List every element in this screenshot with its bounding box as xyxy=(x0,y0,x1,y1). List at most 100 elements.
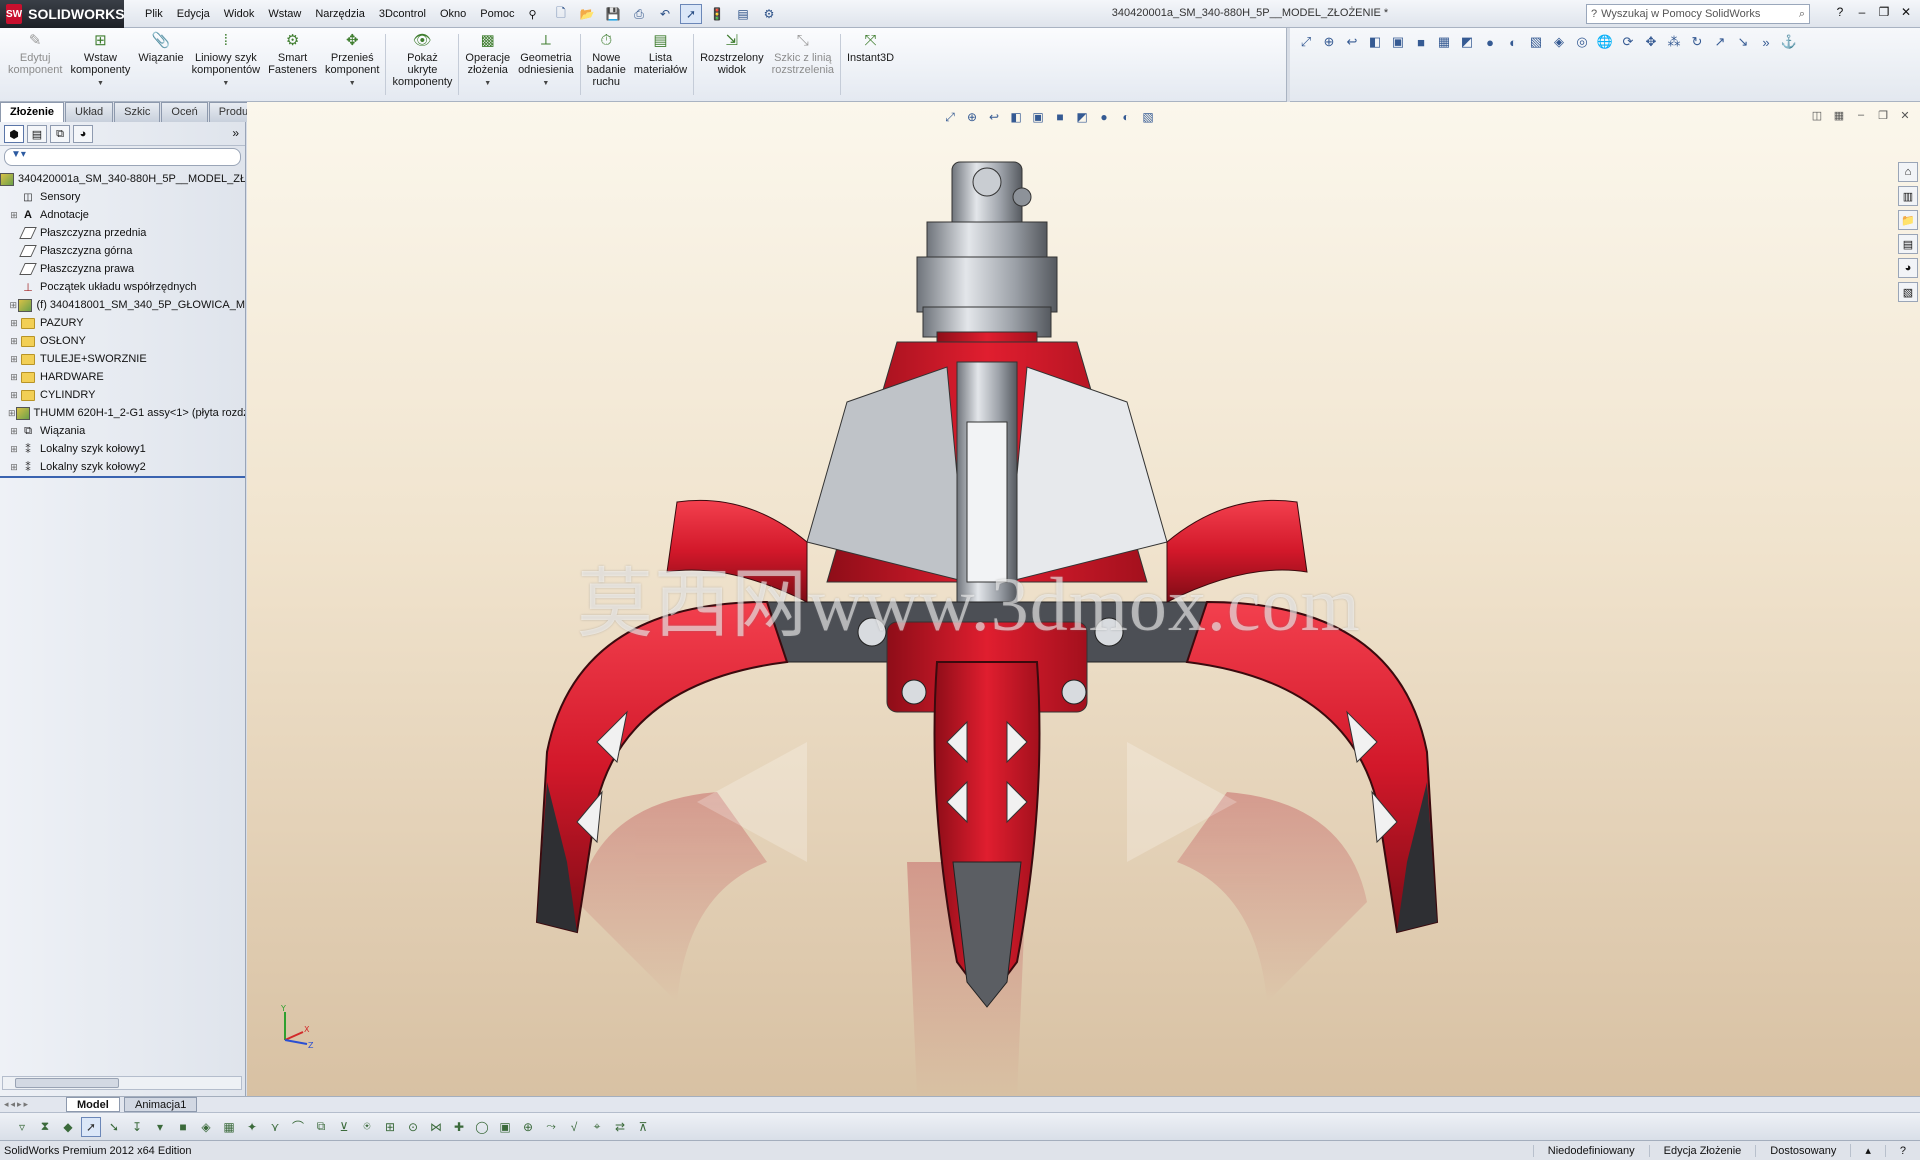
tree-expander-icon[interactable]: ⊞ xyxy=(8,426,20,437)
filter-weld-icon[interactable]: ⊻ xyxy=(334,1117,354,1137)
dropdown-arrow-icon[interactable]: ▼ xyxy=(97,78,104,90)
property-manager-icon[interactable]: ▤ xyxy=(27,125,47,143)
dropdown-arrow-icon[interactable]: ▼ xyxy=(222,78,229,90)
tree-item[interactable]: ⊞ OSŁONY xyxy=(0,332,245,350)
edit-appearance-icon[interactable]: ● xyxy=(1480,32,1500,52)
tree-item[interactable]: ⊞ THUMM 620H-1_2-G1 assy<1> (płyta rozdz xyxy=(0,404,245,422)
hud-previous-view-icon[interactable]: ↩ xyxy=(985,108,1003,126)
appearances-scenes-icon[interactable]: ◕ xyxy=(1898,258,1918,278)
filter-notes-icon[interactable]: ⧉ xyxy=(311,1117,331,1137)
tree-expander-icon[interactable]: ⊞ xyxy=(8,462,20,473)
filter-tolerance-icon[interactable]: ⊞ xyxy=(380,1117,400,1137)
tree-expander-icon[interactable]: ⊞ xyxy=(8,408,16,419)
explode-line-sketch-button[interactable]: ⤡ Szkic z linią rozstrzelenia xyxy=(768,28,838,102)
menu-help[interactable]: Pomoc xyxy=(473,8,521,20)
hide-show-items-icon[interactable]: ◩ xyxy=(1457,32,1477,52)
solidworks-resources-icon[interactable]: ⌂ xyxy=(1898,162,1918,182)
hud-zoom-fit-icon[interactable]: ⤢ xyxy=(941,108,959,126)
filter-vertices-icon[interactable]: ▿ xyxy=(12,1117,32,1137)
filter-edges-icon[interactable]: ⧗ xyxy=(35,1117,55,1137)
show-hidden-button[interactable]: 👁 Pokaż ukryte komponenty xyxy=(388,28,456,102)
filter-sketch-icon[interactable]: ⋎ xyxy=(265,1117,285,1137)
save-icon[interactable]: 💾 xyxy=(602,4,624,24)
help-menu-icon[interactable]: ? xyxy=(1832,4,1848,20)
scrollbar-thumb[interactable] xyxy=(15,1078,119,1088)
custom-properties-icon[interactable]: ▧ xyxy=(1898,282,1918,302)
zoom-to-area-icon[interactable]: ⊕ xyxy=(1319,32,1339,52)
filter-hole-icon[interactable]: ⊙ xyxy=(403,1117,423,1137)
hud-view-settings-icon[interactable]: ▧ xyxy=(1139,108,1157,126)
status-help-icon[interactable]: ? xyxy=(1884,1144,1920,1157)
viewport-close-icon[interactable]: ✕ xyxy=(1898,108,1912,122)
hud-hide-show-icon[interactable]: ◩ xyxy=(1073,108,1091,126)
apply-scene-icon[interactable]: ◐ xyxy=(1503,32,1523,52)
graphics-area[interactable]: 莫西网www.3dmox.com ⤢ ⊕ ↩ ◧ ▣ ■ ◩ ● ◐ ▧ ◫ ▦… xyxy=(247,102,1920,1096)
filter-faces-icon[interactable]: ◆ xyxy=(58,1117,78,1137)
filter-balloon-icon[interactable]: ◯ xyxy=(472,1117,492,1137)
tab-scroll-arrows-icon[interactable]: ◂◂▸▸ xyxy=(4,1099,30,1110)
help-search-input[interactable]: ? Wyszukaj w Pomocy SolidWorks ⌕ xyxy=(1586,4,1810,24)
edit-component-button[interactable]: ✎ Edytuj komponent xyxy=(4,28,66,102)
tree-expander-icon[interactable]: ⊞ xyxy=(8,444,20,455)
view-tile-icon[interactable]: ▦ xyxy=(1832,108,1846,122)
dropdown-arrow-icon[interactable]: ▼ xyxy=(484,78,491,90)
view-palette-icon[interactable]: ▤ xyxy=(1898,234,1918,254)
hud-zoom-area-icon[interactable]: ⊕ xyxy=(963,108,981,126)
view-settings-icon[interactable]: ▧ xyxy=(1526,32,1546,52)
anchor-icon[interactable]: ⚓ xyxy=(1779,32,1799,52)
dropdown-arrow-icon[interactable]: ▼ xyxy=(349,78,356,90)
more-tools-icon[interactable]: » xyxy=(1756,32,1776,52)
menu-view[interactable]: Widok xyxy=(217,8,262,20)
filter-points-icon[interactable]: ✦ xyxy=(242,1117,262,1137)
tree-item[interactable]: ⊞ HARDWARE xyxy=(0,368,245,386)
tree-expander-icon[interactable]: ⊞ xyxy=(8,210,20,221)
rebuild-icon[interactable]: 🚦 xyxy=(706,4,728,24)
tree-item[interactable]: ◫ Sensory xyxy=(0,188,245,206)
tree-expander-icon[interactable]: ⊞ xyxy=(8,300,18,311)
motion-study-button[interactable]: ⏱ Nowe badanie ruchu xyxy=(583,28,630,102)
tree-expander-icon[interactable]: ⊞ xyxy=(8,354,20,365)
hud-view-orientation-icon[interactable]: ▣ xyxy=(1029,108,1047,126)
filter-surface-icon[interactable]: ▾ xyxy=(150,1117,170,1137)
tab-animation1[interactable]: Animacja1 xyxy=(124,1097,198,1112)
menu-edit[interactable]: Edycja xyxy=(170,8,217,20)
viewport-restore-icon[interactable]: ❐ xyxy=(1876,108,1890,122)
hud-display-style-icon[interactable]: ■ xyxy=(1051,108,1069,126)
select-other-icon[interactable]: ➘ xyxy=(104,1117,124,1137)
filter-routing-icon[interactable]: ⤳ xyxy=(541,1117,561,1137)
reference-geometry-button[interactable]: ⟂ Geometria odniesienia ▼ xyxy=(514,28,578,102)
minimize-icon[interactable]: – xyxy=(1854,4,1870,20)
filter-datum-icon[interactable]: ⍟ xyxy=(357,1117,377,1137)
rotate-view-icon[interactable]: ⟳ xyxy=(1618,32,1638,52)
linear-pattern-button[interactable]: ⁞ Liniowy szyk komponentów ▼ xyxy=(188,28,265,102)
tree-expander-icon[interactable]: ⊞ xyxy=(8,390,20,401)
tree-item[interactable]: Płaszczyzna prawa xyxy=(0,260,245,278)
tree-item[interactable]: ⊞ (f) 340418001_SM_340_5P_GŁOWICA_M xyxy=(0,296,245,314)
undo-icon[interactable]: ↶ xyxy=(654,4,676,24)
select-filter-icon[interactable]: ➚ xyxy=(81,1116,101,1137)
zoom-to-fit-icon[interactable]: ⤢ xyxy=(1296,32,1316,52)
tree-item[interactable]: ⊞ PAZURY xyxy=(0,314,245,332)
status-units-arrow-icon[interactable]: ▴ xyxy=(1850,1144,1885,1157)
tree-item[interactable]: Płaszczyzna górna xyxy=(0,242,245,260)
move-component-button[interactable]: ✥ Przenieś komponent ▼ xyxy=(321,28,383,102)
filter-surface-finish-icon[interactable]: √ xyxy=(564,1117,584,1137)
close-icon[interactable]: ✕ xyxy=(1898,4,1914,20)
filter-blocks-icon[interactable]: ▣ xyxy=(495,1117,515,1137)
hud-scene-icon[interactable]: ◐ xyxy=(1117,108,1135,126)
tree-item[interactable]: ⊥ Początek układu współrzędnych xyxy=(0,278,245,296)
tree-item[interactable]: Płaszczyzna przednia xyxy=(0,224,245,242)
options-icon[interactable]: ⚙ xyxy=(758,4,780,24)
tree-item[interactable]: ⊞ ⁑ Lokalny szyk kołowy2 xyxy=(0,458,245,476)
pin-menu-icon[interactable]: ⚲ xyxy=(521,8,543,21)
ambient-occlusion-icon[interactable]: ◎ xyxy=(1572,32,1592,52)
solidworks-logo[interactable]: SW SOLIDWORKS xyxy=(0,0,125,28)
mate-button[interactable]: 📎 Wiązanie xyxy=(134,28,187,102)
tab-layout[interactable]: Układ xyxy=(65,102,114,122)
hud-section-view-icon[interactable]: ◧ xyxy=(1007,108,1025,126)
filter-cosmetic-icon[interactable]: ✚ xyxy=(449,1117,469,1137)
filter-centermark-icon[interactable]: ⊕ xyxy=(518,1117,538,1137)
filter-mates-icon[interactable]: ⋈ xyxy=(426,1117,446,1137)
insert-components-button[interactable]: ⊞ Wstaw komponenty ▼ xyxy=(66,28,134,102)
tree-item[interactable]: ⊞ CYLINDRY xyxy=(0,386,245,404)
